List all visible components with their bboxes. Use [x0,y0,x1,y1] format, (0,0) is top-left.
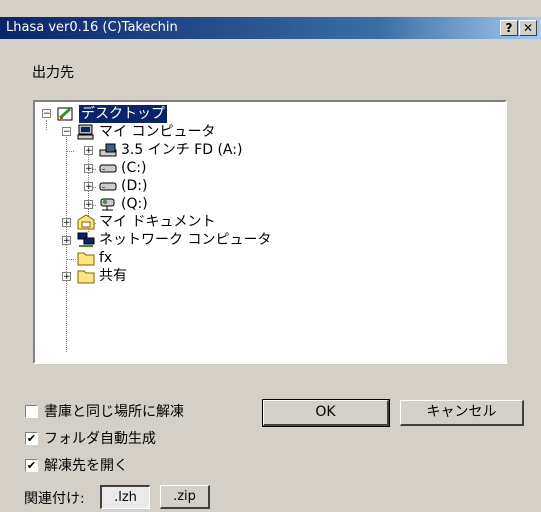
tree-label: (Q:) [121,196,148,212]
destination-label: 出力先 [32,65,74,81]
tree-label: ネットワーク コンピュータ [99,232,272,248]
collapse-toggle[interactable]: − [42,109,51,119]
ok-button[interactable]: OK [262,399,390,427]
zip-association-toggle[interactable]: .zip [160,485,210,509]
hard-drive-icon [99,164,117,173]
network-computers-icon [77,232,95,247]
hard-drive-icon [99,182,117,191]
tree-label: マイ コンピュータ [99,124,216,140]
tree-label: (C:) [121,160,147,176]
open-dest-label: 解凍先を開く [44,458,128,474]
window-title: Lhasa ver0.16 (C)Takechin [6,20,178,35]
computer-icon [77,124,94,140]
expand-toggle[interactable]: + [84,164,93,174]
expand-toggle[interactable]: + [62,236,71,246]
collapse-toggle[interactable]: − [62,127,71,137]
auto-folder-label: フォルダ自動生成 [44,431,156,447]
tree-label: デスクトップ [79,105,167,123]
tree-label: 共有 [99,268,127,284]
tree-label: (D:) [121,178,148,194]
documents-folder-icon [77,214,95,230]
tree-label: fx [99,250,113,266]
help-button[interactable]: ? [500,20,518,36]
expand-toggle[interactable]: + [84,146,93,156]
expand-toggle[interactable]: + [62,218,71,228]
open-dest-checkbox[interactable]: ✔ [25,459,38,472]
same-place-checkbox[interactable] [25,405,38,418]
cancel-button[interactable]: キャンセル [400,400,524,426]
same-place-label: 書庫と同じ場所に解凍 [44,404,184,420]
title-bar: Lhasa ver0.16 (C)Takechin ? ✕ [0,17,541,39]
expand-toggle[interactable]: + [84,200,93,210]
network-drive-icon [100,198,115,211]
tree-label: 3.5 インチ FD (A:) [121,142,243,158]
desktop-icon [57,107,73,121]
auto-folder-checkbox[interactable]: ✔ [25,432,38,445]
close-button[interactable]: ✕ [519,20,537,36]
expand-toggle[interactable]: + [84,182,93,192]
tree-label: マイ ドキュメント [99,214,216,230]
folder-icon [77,252,95,266]
expand-toggle[interactable]: + [62,272,71,282]
lzh-association-toggle[interactable]: .lzh [100,485,150,509]
association-label: 関連付け: [24,491,85,507]
folder-tree[interactable]: − デスクトップ − マイ コンピュータ + 3.5 インチ FD (A:) +… [33,100,507,364]
folder-icon [77,270,95,284]
floppy-drive-icon [99,143,117,157]
lhasa-dialog: Lhasa ver0.16 (C)Takechin ? ✕ 出力先 − デスクト… [0,0,541,512]
